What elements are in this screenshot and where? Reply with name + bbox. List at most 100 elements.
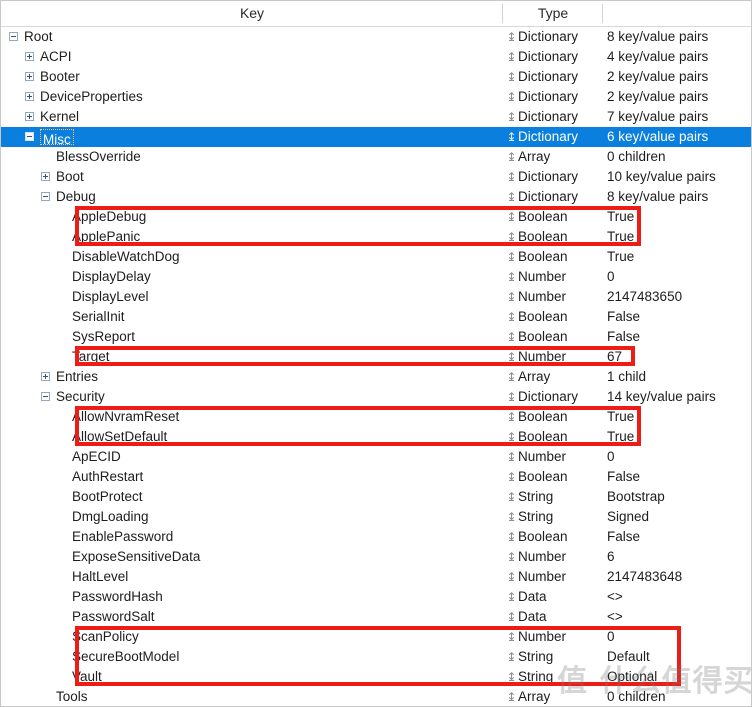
tree-row[interactable]: AuthRestart ↨Boolean False <box>1 467 751 487</box>
tree-row-key-cell[interactable]: Booter <box>1 67 501 87</box>
tree-row-type-cell[interactable]: ↨Boolean <box>506 307 602 327</box>
tree-row-type-cell[interactable]: ↨Dictionary <box>506 107 602 127</box>
tree-row-value-cell[interactable]: Optional <box>607 667 751 687</box>
tree-row[interactable]: DeviceProperties ↨Dictionary 2 key/value p… <box>1 87 751 107</box>
tree-row-type-cell[interactable]: ↨Dictionary <box>506 387 602 407</box>
tree-row-type-cell[interactable]: ↨Array <box>506 687 602 706</box>
tree-row-value-cell[interactable]: True <box>607 407 751 427</box>
tree-row-value-cell[interactable]: 0 children <box>607 687 751 706</box>
tree-row[interactable]: Target ↨Number 67 <box>1 347 751 367</box>
tree-row-key-cell[interactable]: PasswordHash <box>1 587 501 607</box>
tree-row[interactable]: Misc ↨Dictionary 6 key/value pairs <box>1 127 751 147</box>
tree-row-key-cell[interactable]: ExposeSensitiveData <box>1 547 501 567</box>
tree-row-value-cell[interactable]: 1 child <box>607 367 751 387</box>
tree-row[interactable]: EnablePassword ↨Boolean False <box>1 527 751 547</box>
tree-row-key-cell[interactable]: BlessOverride <box>1 147 501 167</box>
plus-square-icon[interactable] <box>25 52 34 61</box>
tree-row-value-cell[interactable]: False <box>607 527 751 547</box>
tree-row-type-cell[interactable]: ↨Dictionary <box>506 27 602 47</box>
tree-row[interactable]: SerialInit ↨Boolean False <box>1 307 751 327</box>
tree-row-key-cell[interactable]: SecureBootModel <box>1 647 501 667</box>
tree-row-key-cell[interactable]: Debug <box>1 187 501 207</box>
minus-square-icon[interactable] <box>9 32 18 41</box>
tree-row-value-cell[interactable]: True <box>607 207 751 227</box>
tree-row-key-cell[interactable]: ApplePanic <box>1 227 501 247</box>
tree-row[interactable]: Entries ↨Array 1 child <box>1 367 751 387</box>
tree-row-type-cell[interactable]: ↨Number <box>506 347 602 367</box>
tree-row-value-cell[interactable]: 0 <box>607 447 751 467</box>
tree-row[interactable]: ScanPolicy ↨Number 0 <box>1 627 751 647</box>
tree-row-key-cell[interactable]: DisableWatchDog <box>1 247 501 267</box>
tree-row[interactable]: Booter ↨Dictionary 2 key/value pairs <box>1 67 751 87</box>
tree-row[interactable]: PasswordHash ↨Data <> <box>1 587 751 607</box>
minus-square-icon[interactable] <box>25 132 34 141</box>
tree-row-key-cell[interactable]: Security <box>1 387 501 407</box>
tree-row-type-cell[interactable]: ↨String <box>506 647 602 667</box>
tree-row[interactable]: HaltLevel ↨Number 2147483648 <box>1 567 751 587</box>
plus-square-icon[interactable] <box>25 92 34 101</box>
tree-row-key-cell[interactable]: DisplayLevel <box>1 287 501 307</box>
tree-row[interactable]: AllowNvramReset ↨Boolean True <box>1 407 751 427</box>
tree-row-type-cell[interactable]: ↨Number <box>506 447 602 467</box>
tree-row[interactable]: BootProtect ↨String Bootstrap <box>1 487 751 507</box>
tree-row[interactable]: Tools ↨Array 0 children <box>1 687 751 706</box>
tree-row-type-cell[interactable]: ↨Boolean <box>506 467 602 487</box>
tree-row-value-cell[interactable]: 2147483648 <box>607 567 751 587</box>
tree-row-value-cell[interactable]: 0 <box>607 627 751 647</box>
tree-row-type-cell[interactable]: ↨Number <box>506 547 602 567</box>
tree-row[interactable]: ACPI ↨Dictionary 4 key/value pairs <box>1 47 751 67</box>
tree-row[interactable]: BlessOverride ↨Array 0 children <box>1 147 751 167</box>
tree-row-key-cell[interactable]: DisplayDelay <box>1 267 501 287</box>
tree-row[interactable]: PasswordSalt ↨Data <> <box>1 607 751 627</box>
tree-row-key-cell[interactable]: Boot <box>1 167 501 187</box>
tree-row-type-cell[interactable]: ↨Dictionary <box>506 87 602 107</box>
tree-row[interactable]: SecureBootModel ↨String Default <box>1 647 751 667</box>
tree-row-key-cell[interactable]: HaltLevel <box>1 567 501 587</box>
tree-row-key-cell[interactable]: ACPI <box>1 47 501 67</box>
column-divider-key-type[interactable] <box>502 4 503 23</box>
tree-row-type-cell[interactable]: ↨Dictionary <box>506 167 602 187</box>
tree-row-key-cell[interactable]: DmgLoading <box>1 507 501 527</box>
tree-row[interactable]: Boot ↨Dictionary 10 key/value pairs <box>1 167 751 187</box>
plus-square-icon[interactable] <box>41 372 50 381</box>
tree-row-key-cell[interactable]: Vault <box>1 667 501 687</box>
tree-row-value-cell[interactable]: True <box>607 227 751 247</box>
column-header-key[interactable]: Key <box>2 1 502 26</box>
tree-row[interactable]: SysReport ↨Boolean False <box>1 327 751 347</box>
tree-row-value-cell[interactable]: 2 key/value pairs <box>607 67 751 87</box>
tree-row-value-cell[interactable]: True <box>607 427 751 447</box>
tree-row[interactable]: ApplePanic ↨Boolean True <box>1 227 751 247</box>
tree-row[interactable]: Security ↨Dictionary 14 key/value pairs <box>1 387 751 407</box>
minus-square-icon[interactable] <box>41 192 50 201</box>
tree-row-type-cell[interactable]: ↨Boolean <box>506 527 602 547</box>
tree-row-key-cell[interactable]: ScanPolicy <box>1 627 501 647</box>
tree-row[interactable]: DmgLoading ↨String Signed <box>1 507 751 527</box>
tree-row-value-cell[interactable]: 7 key/value pairs <box>607 107 751 127</box>
tree-row-type-cell[interactable]: ↨Number <box>506 287 602 307</box>
tree-row-key-cell[interactable]: EnablePassword <box>1 527 501 547</box>
tree-row-value-cell[interactable]: Bootstrap <box>607 487 751 507</box>
tree-row[interactable]: DisplayDelay ↨Number 0 <box>1 267 751 287</box>
tree-row-key-cell[interactable]: SerialInit <box>1 307 501 327</box>
tree-row-value-cell[interactable]: 0 <box>607 267 751 287</box>
tree-row-type-cell[interactable]: ↨Array <box>506 367 602 387</box>
tree-row-value-cell[interactable]: True <box>607 247 751 267</box>
tree-row-type-cell[interactable]: ↨Data <box>506 587 602 607</box>
tree-row-value-cell[interactable]: False <box>607 327 751 347</box>
tree-row-value-cell[interactable]: 8 key/value pairs <box>607 27 751 47</box>
tree-row-type-cell[interactable]: ↨Dictionary <box>506 127 602 147</box>
tree-row-key-cell[interactable]: Target <box>1 347 501 367</box>
tree-row-type-cell[interactable]: ↨Array <box>506 147 602 167</box>
tree-row[interactable]: Debug ↨Dictionary 8 key/value pairs <box>1 187 751 207</box>
tree-row-key-cell[interactable]: ApECID <box>1 447 501 467</box>
tree-row-value-cell[interactable]: False <box>607 467 751 487</box>
tree-row[interactable]: Root ↨Dictionary 8 key/value pairs <box>1 27 751 47</box>
minus-square-icon[interactable] <box>41 392 50 401</box>
plus-square-icon[interactable] <box>41 172 50 181</box>
tree-row-type-cell[interactable]: ↨Boolean <box>506 227 602 247</box>
column-divider-type-value[interactable] <box>602 4 603 23</box>
tree-row-key-cell[interactable]: PasswordSalt <box>1 607 501 627</box>
plus-square-icon[interactable] <box>25 72 34 81</box>
tree-row-value-cell[interactable]: 2 key/value pairs <box>607 87 751 107</box>
tree-row[interactable]: ApECID ↨Number 0 <box>1 447 751 467</box>
